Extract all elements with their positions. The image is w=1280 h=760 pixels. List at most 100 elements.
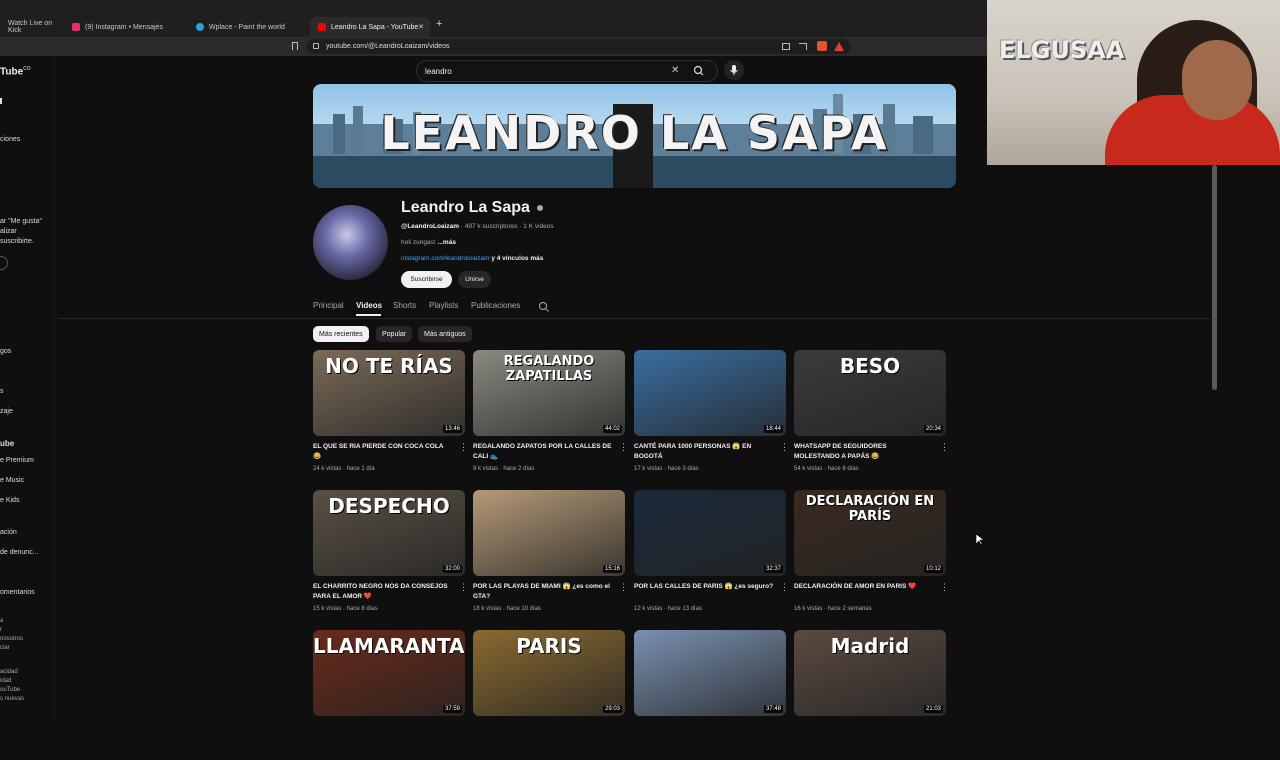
bookmark-icon[interactable]	[292, 42, 298, 50]
tab-kick[interactable]: Watch Live on Kick	[0, 17, 58, 37]
video-thumbnail[interactable]: Madrid 21:03	[794, 630, 946, 716]
video-card[interactable]: LLAMARANTAL 37:59	[313, 630, 473, 760]
sidebar-item-report-history[interactable]: de denunc...	[0, 549, 39, 556]
video-card[interactable]: BESO 20:34 WHATSAPP DE SEGUIDORES MOLESTAN…	[794, 350, 954, 480]
chip-mas-recientes[interactable]: Más recientes	[313, 326, 369, 342]
video-menu-icon[interactable]: ⋮	[619, 582, 628, 593]
tab-videos[interactable]: Videos	[356, 301, 382, 310]
more-links[interactable]: y 4 vínculos más	[490, 255, 543, 262]
video-title[interactable]: REGALANDO ZAPATOS POR LA CALLES DE CALI …	[473, 442, 613, 462]
footer-link[interactable]: idad	[0, 678, 11, 684]
video-card[interactable]: 37:48	[634, 630, 794, 760]
video-menu-icon[interactable]: ⋮	[940, 582, 949, 593]
search-input[interactable]: leandro ✕	[416, 60, 718, 82]
description-more-link[interactable]: ...más	[438, 239, 456, 246]
video-menu-icon[interactable]: ⋮	[780, 582, 789, 593]
video-card[interactable]: DECLARACIÓN EN PARÍS 10:12 DECLARACIÓN DE …	[794, 490, 954, 620]
video-thumbnail[interactable]: DECLARACIÓN EN PARÍS 10:12	[794, 490, 946, 576]
sidebar-item-youtube-music[interactable]: e Music	[0, 477, 24, 484]
webcam-sign-text: ELGUSAA	[999, 36, 1125, 64]
sidebar-section-more-from-youtube: ube	[0, 439, 15, 448]
video-thumbnail[interactable]: 15:16	[473, 490, 625, 576]
video-title[interactable]: CANTÉ PARA 1000 PERSONAS 😱 EN BOGOTÁ	[634, 442, 774, 462]
video-card[interactable]: REGALANDO ZAPATILLAS 44:02 REGALANDO ZAPAT…	[473, 350, 633, 480]
chip-mas-antiguos[interactable]: Más antiguos	[418, 326, 472, 342]
cast-icon[interactable]	[782, 43, 790, 50]
video-card[interactable]: NO TE RÍAS 13:46 EL QUE SE RIA PIERDE CON …	[313, 350, 473, 480]
video-thumbnail[interactable]: NO TE RÍAS 13:46	[313, 350, 465, 436]
channel-description[interactable]: holi zungas! ...más	[401, 239, 456, 246]
video-thumbnail[interactable]: REGALANDO ZAPATILLAS 44:02	[473, 350, 625, 436]
sidebar-item-podcasts[interactable]: zaje	[0, 408, 13, 415]
tab-instagram[interactable]: (9) Instagram • Mensajes	[64, 17, 184, 37]
video-menu-icon[interactable]: ⋮	[619, 442, 628, 453]
video-title[interactable]: POR LAS PLAYAS DE MIAMI 😱 ¿es como el GT…	[473, 582, 613, 602]
video-card[interactable]: 15:16 POR LAS PLAYAS DE MIAMI 😱 ¿es como …	[473, 490, 633, 620]
video-title[interactable]: EL QUE SE RIA PIERDE CON COCA COLA 😂	[313, 442, 453, 462]
sidebar-item-news[interactable]: s	[0, 388, 4, 395]
footer-link[interactable]: a	[0, 618, 3, 624]
url-field[interactable]: youtube.com/@LeandroLoaizam/videos	[306, 39, 851, 54]
share-icon[interactable]	[799, 43, 807, 50]
video-card[interactable]: 18:44 CANTÉ PARA 1000 PERSONAS 😱 EN BOGOT…	[634, 350, 794, 480]
video-card[interactable]: PARIS 29:03	[473, 630, 633, 760]
footer-link[interactable]: ouTube	[0, 687, 20, 693]
video-thumbnail[interactable]: 18:44	[634, 350, 786, 436]
thumbnail-text: DESPECHO	[328, 494, 450, 518]
page-scrollbar[interactable]	[1212, 165, 1217, 390]
video-thumbnail[interactable]: BESO 20:34	[794, 350, 946, 436]
join-button[interactable]: Unirse	[458, 271, 491, 288]
video-title[interactable]: EL CHARRITO NEGRO NOS DA CONSEJOS PARA E…	[313, 582, 453, 602]
video-duration: 37:59	[442, 705, 462, 713]
channel-search-icon[interactable]	[538, 301, 550, 313]
video-thumbnail[interactable]: 32:37	[634, 490, 786, 576]
clear-search-icon[interactable]: ✕	[671, 65, 679, 76]
video-thumbnail[interactable]: DESPECHO 32:00	[313, 490, 465, 576]
site-info-icon[interactable]	[313, 43, 319, 49]
rewards-icon[interactable]	[834, 42, 844, 51]
instagram-link[interactable]: instagram.com/leandroloaizam	[401, 255, 490, 262]
video-thumbnail[interactable]: 37:48	[634, 630, 786, 716]
video-menu-icon[interactable]: ⋮	[459, 442, 468, 453]
footer-link[interactable]: ciar	[0, 645, 10, 651]
sidebar-item-subscriptions[interactable]: ciones	[0, 136, 20, 143]
new-tab-button[interactable]: +	[436, 18, 442, 30]
video-thumbnail[interactable]: LLAMARANTAL 37:59	[313, 630, 465, 716]
video-card[interactable]: DESPECHO 32:00 EL CHARRITO NEGRO NOS DA CO…	[313, 490, 473, 620]
video-menu-icon[interactable]: ⋮	[780, 442, 789, 453]
chip-popular[interactable]: Popular	[376, 326, 413, 342]
sidebar-item-home[interactable]	[0, 98, 2, 104]
video-title[interactable]: DECLARACIÓN DE AMOR EN PARIS ❤️	[794, 582, 934, 592]
tab-youtube[interactable]: Leandro La Sapa - YouTube ✕	[310, 17, 430, 37]
video-title[interactable]: WHATSAPP DE SEGUIDORES MOLESTANDO A PAPÁ…	[794, 442, 934, 462]
sidebar-signin-button[interactable]	[0, 256, 8, 270]
close-tab-icon[interactable]: ✕	[418, 23, 424, 31]
search-button[interactable]	[688, 62, 708, 80]
thumbnail-text: BESO	[839, 354, 901, 378]
youtube-logo[interactable]: TubeCO	[0, 66, 31, 77]
footer-link[interactable]: s nuevas	[0, 696, 24, 702]
video-card[interactable]: 32:37 POR LAS CALLES DE PARIS 😱 ¿es segur…	[634, 490, 794, 620]
tab-principal[interactable]: Principal	[313, 301, 344, 310]
footer-link[interactable]: acidad	[0, 669, 18, 675]
video-title[interactable]: POR LAS CALLES DE PARIS 😱 ¿es seguro?	[634, 582, 774, 592]
footer-link[interactable]: nosotros	[0, 636, 23, 642]
video-menu-icon[interactable]: ⋮	[459, 582, 468, 593]
voice-search-button[interactable]	[724, 60, 744, 80]
sidebar-item-youtube-premium[interactable]: e Premium	[0, 457, 34, 464]
video-meta: 16 k vistas · hace 2 semanas	[794, 606, 872, 612]
video-card[interactable]: Madrid 21:03	[794, 630, 954, 760]
tab-shorts[interactable]: Shorts	[393, 301, 416, 310]
tab-playlists[interactable]: Playlists	[429, 301, 458, 310]
tab-wplace[interactable]: Wplace - Paint the world	[188, 17, 308, 37]
sidebar-item-games[interactable]: gos	[0, 348, 11, 355]
sidebar-item-settings[interactable]: ación	[0, 529, 17, 536]
video-menu-icon[interactable]: ⋮	[940, 442, 949, 453]
brave-shield-icon[interactable]	[817, 41, 827, 51]
video-thumbnail[interactable]: PARIS 29:03	[473, 630, 625, 716]
footer-link[interactable]: r	[0, 627, 2, 633]
sidebar-item-feedback[interactable]: omentarios	[0, 589, 35, 596]
tab-publicaciones[interactable]: Publicaciones	[471, 301, 520, 310]
subscribe-button[interactable]: Suscribirse	[401, 271, 452, 288]
sidebar-item-youtube-kids[interactable]: e Kids	[0, 497, 19, 504]
